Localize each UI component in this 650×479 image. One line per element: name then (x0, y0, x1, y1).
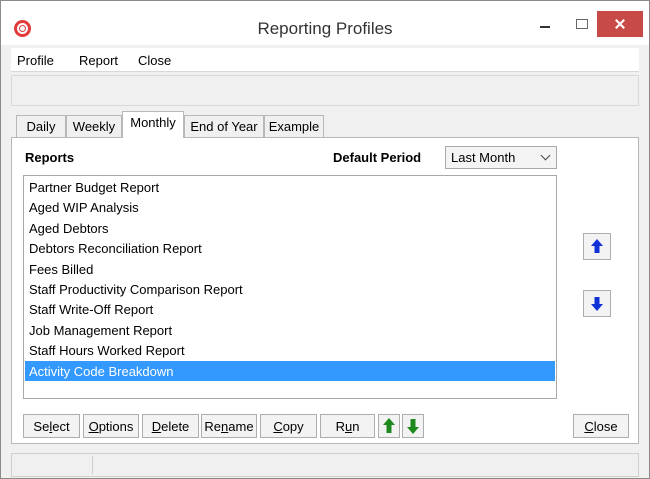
report-list-item[interactable]: Staff Productivity Comparison Report (25, 279, 555, 299)
run-order-down-button[interactable] (402, 414, 424, 438)
tab-example[interactable]: Example (264, 115, 324, 137)
close-button-label-rest: lose (593, 419, 618, 434)
report-list-item[interactable]: Fees Billed (25, 259, 555, 279)
report-list-item[interactable]: Aged WIP Analysis (25, 197, 555, 217)
reports-label: Reports (25, 150, 75, 165)
tab-end-of-year[interactable]: End of Year (184, 115, 264, 137)
default-period-label: Default Period (333, 150, 422, 165)
options-button[interactable]: Options (83, 414, 139, 438)
copy-button-hotkey: C (273, 419, 283, 434)
green-arrow-down-icon (407, 419, 419, 434)
report-list-item[interactable]: Aged Debtors (25, 218, 555, 238)
tab-monthly[interactable]: Monthly (122, 111, 184, 138)
tab-daily[interactable]: Daily (16, 115, 66, 137)
title-bar: Reporting Profiles (1, 1, 649, 45)
status-bar (11, 453, 639, 477)
rename-button[interactable]: Rename (201, 414, 257, 438)
report-list-item[interactable]: Debtors Reconciliation Report (25, 238, 555, 258)
report-list-item[interactable]: Partner Budget Report (25, 177, 555, 197)
report-list-item[interactable]: Activity Code Breakdown (25, 360, 555, 381)
toolbar-area (11, 75, 639, 106)
options-button-label-rest: ptions (98, 419, 134, 434)
delete-button[interactable]: Delete (142, 414, 199, 438)
arrow-up-icon (591, 239, 603, 253)
move-down-button[interactable] (583, 290, 611, 317)
options-button-hotkey: O (88, 419, 99, 434)
close-button-hotkey: C (584, 419, 594, 434)
rename-button-label: Re (204, 419, 222, 434)
select-button-label-rest: ect (52, 419, 70, 434)
run-button-label: R (335, 419, 345, 434)
maximize-button[interactable] (569, 11, 595, 37)
run-button-label-rest: n (352, 419, 360, 434)
close-button[interactable]: Close (573, 414, 629, 438)
status-bar-divider (92, 456, 93, 474)
minimize-button[interactable] (521, 11, 569, 37)
reports-list[interactable]: Partner Budget Report Aged WIP Analysis Ag… (23, 175, 557, 399)
menu-close[interactable]: Close (138, 53, 171, 68)
move-up-button[interactable] (583, 233, 611, 260)
window-close-button[interactable] (597, 11, 643, 37)
menu-report[interactable]: Report (79, 53, 118, 68)
menu-profile[interactable]: Profile (17, 53, 54, 68)
run-order-up-button[interactable] (378, 414, 400, 438)
reporting-profiles-window: Reporting Profiles Profile Report Close … (0, 0, 650, 479)
copy-button[interactable]: Copy (260, 414, 317, 438)
report-list-item[interactable]: Staff Write-Off Report (25, 299, 555, 319)
delete-button-hotkey: D (151, 419, 162, 434)
chevron-down-icon (540, 150, 551, 161)
run-button[interactable]: Run (320, 414, 375, 438)
default-period-select[interactable]: Last Month (445, 146, 557, 169)
green-arrow-up-icon (383, 418, 395, 433)
report-list-item[interactable]: Job Management Report (25, 320, 555, 340)
select-button[interactable]: Select (23, 414, 80, 438)
arrow-down-icon (591, 297, 603, 311)
delete-button-label-rest: elete (161, 419, 190, 434)
report-list-item[interactable]: Staff Hours Worked Report (25, 340, 555, 360)
tab-weekly[interactable]: Weekly (66, 115, 122, 137)
default-period-value: Last Month (451, 150, 516, 165)
rename-button-label-rest: ame (228, 419, 254, 434)
select-button-label: Se (33, 419, 50, 434)
menu-bar: Profile Report Close (11, 48, 639, 72)
copy-button-label-rest: opy (282, 419, 304, 434)
